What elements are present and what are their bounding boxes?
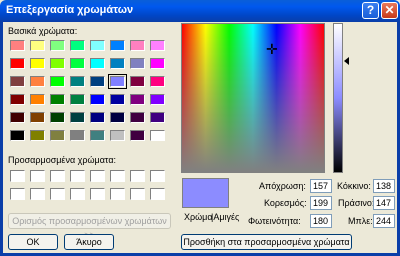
- blue-field[interactable]: 244: [373, 214, 395, 228]
- custom-color-swatch[interactable]: [30, 188, 45, 200]
- color-preview: [182, 178, 229, 208]
- basic-color-swatch[interactable]: [90, 76, 105, 87]
- basic-color-swatch[interactable]: [70, 94, 85, 105]
- basic-color-swatch[interactable]: [90, 112, 105, 123]
- hue-field[interactable]: 157: [310, 179, 332, 193]
- basic-color-swatch[interactable]: [130, 112, 145, 123]
- custom-colors-label: Προσαρμοσμένα χρώματα:: [8, 155, 117, 165]
- basic-color-swatch[interactable]: [30, 94, 45, 105]
- custom-color-swatch[interactable]: [90, 170, 105, 182]
- basic-color-swatch[interactable]: [130, 130, 145, 141]
- solid-label: |Αμιγές: [211, 212, 240, 222]
- custom-color-swatch[interactable]: [70, 170, 85, 182]
- basic-color-swatch[interactable]: [50, 94, 65, 105]
- basic-color-swatch[interactable]: [70, 112, 85, 123]
- basic-color-swatch[interactable]: [30, 58, 45, 69]
- custom-color-swatch[interactable]: [50, 170, 65, 182]
- basic-color-swatch[interactable]: [90, 94, 105, 105]
- crosshair-icon: ✛: [266, 41, 278, 57]
- basic-color-swatch[interactable]: [10, 76, 25, 87]
- window-title: Επεξεργασία χρωμάτων: [6, 4, 134, 16]
- custom-colors-grid: [10, 170, 165, 200]
- basic-color-swatch[interactable]: [110, 40, 125, 51]
- define-custom-colors-button[interactable]: Ορισμός προσαρμοσμένων χρωμάτων >>: [8, 213, 171, 240]
- custom-color-swatch[interactable]: [50, 188, 65, 200]
- basic-color-swatch[interactable]: [10, 130, 25, 141]
- basic-color-swatch[interactable]: [30, 40, 45, 51]
- custom-color-swatch[interactable]: [150, 188, 165, 200]
- basic-color-swatch[interactable]: [130, 76, 145, 87]
- basic-color-swatch[interactable]: [70, 130, 85, 141]
- custom-color-swatch[interactable]: [90, 188, 105, 200]
- sat-label: Κορεσμός:: [264, 198, 307, 208]
- custom-color-swatch[interactable]: [110, 170, 125, 182]
- basic-color-swatch[interactable]: [110, 112, 125, 123]
- basic-color-swatch[interactable]: [110, 58, 125, 69]
- basic-color-swatch[interactable]: [130, 40, 145, 51]
- basic-color-swatch[interactable]: [90, 130, 105, 141]
- luminosity-arrow-icon[interactable]: [344, 57, 349, 65]
- basic-color-swatch[interactable]: [130, 94, 145, 105]
- custom-color-swatch[interactable]: [110, 188, 125, 200]
- basic-color-swatch[interactable]: [30, 76, 45, 87]
- green-label: Πράσινο:: [338, 198, 375, 208]
- basic-color-swatch[interactable]: [150, 76, 165, 87]
- basic-color-swatch[interactable]: [110, 130, 125, 141]
- custom-color-swatch[interactable]: [130, 170, 145, 182]
- close-button[interactable]: ✕: [381, 2, 398, 19]
- custom-color-swatch[interactable]: [70, 188, 85, 200]
- green-field[interactable]: 147: [373, 196, 395, 210]
- luminosity-slider[interactable]: [333, 23, 343, 173]
- custom-color-swatch[interactable]: [10, 188, 25, 200]
- basic-color-swatch[interactable]: [130, 58, 145, 69]
- basic-colors-grid: [10, 40, 165, 141]
- red-label: Κόκκινο:: [337, 181, 371, 191]
- basic-color-swatch[interactable]: [50, 76, 65, 87]
- basic-color-swatch[interactable]: [50, 130, 65, 141]
- help-button[interactable]: ?: [362, 2, 379, 19]
- basic-color-swatch[interactable]: [50, 40, 65, 51]
- add-to-custom-colors-button[interactable]: Προσθήκη στα προσαρμοσμένα χρώματα: [181, 234, 352, 250]
- red-field[interactable]: 138: [373, 179, 395, 193]
- sat-field[interactable]: 199: [310, 196, 332, 210]
- basic-color-swatch[interactable]: [10, 94, 25, 105]
- custom-color-swatch[interactable]: [130, 188, 145, 200]
- basic-color-swatch[interactable]: [108, 74, 127, 89]
- basic-color-swatch[interactable]: [30, 112, 45, 123]
- basic-color-swatch[interactable]: [90, 40, 105, 51]
- title-bar: Επεξεργασία χρωμάτων ? ✕: [0, 0, 400, 22]
- basic-color-swatch[interactable]: [150, 58, 165, 69]
- basic-color-swatch[interactable]: [10, 40, 25, 51]
- basic-color-swatch[interactable]: [150, 112, 165, 123]
- basic-color-swatch[interactable]: [30, 130, 45, 141]
- basic-color-swatch[interactable]: [10, 58, 25, 69]
- basic-color-swatch[interactable]: [70, 40, 85, 51]
- basic-color-swatch[interactable]: [50, 58, 65, 69]
- cancel-button[interactable]: Άκυρο: [64, 234, 114, 250]
- basic-colors-label: Βασικά χρώματα:: [8, 26, 78, 36]
- color-spectrum[interactable]: [181, 23, 325, 173]
- hue-label: Απόχρωση:: [259, 181, 306, 191]
- basic-color-swatch[interactable]: [150, 130, 165, 141]
- custom-color-swatch[interactable]: [10, 170, 25, 182]
- color-label: Χρώμα: [184, 212, 213, 222]
- lum-label: Φωτεινότητα:: [248, 216, 301, 226]
- basic-color-swatch[interactable]: [10, 112, 25, 123]
- blue-label: Μπλε:: [348, 216, 373, 226]
- basic-color-swatch[interactable]: [110, 94, 125, 105]
- custom-color-swatch[interactable]: [30, 170, 45, 182]
- basic-color-swatch[interactable]: [90, 58, 105, 69]
- basic-color-swatch[interactable]: [150, 94, 165, 105]
- basic-color-swatch[interactable]: [70, 58, 85, 69]
- lum-field[interactable]: 180: [310, 214, 332, 228]
- custom-color-swatch[interactable]: [150, 170, 165, 182]
- basic-color-swatch[interactable]: [150, 40, 165, 51]
- basic-color-swatch[interactable]: [50, 112, 65, 123]
- basic-color-swatch[interactable]: [70, 76, 85, 87]
- ok-button[interactable]: ΟΚ: [8, 234, 58, 250]
